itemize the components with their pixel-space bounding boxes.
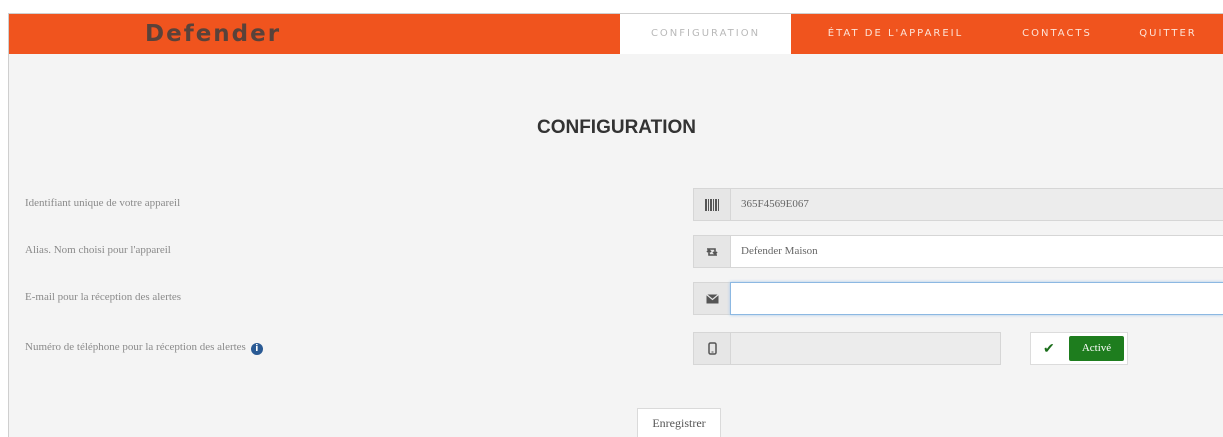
app-frame: Defender CONFIGURATION ÉTAT DE L'APPAREI…: [8, 13, 1223, 437]
envelope-icon: [693, 282, 731, 315]
email-field[interactable]: [730, 282, 1223, 315]
sms-toggle[interactable]: ✔ Activé: [1030, 332, 1128, 365]
page-title: CONFIGURATION: [536, 117, 697, 138]
top-navbar: Defender CONFIGURATION ÉTAT DE L'APPAREI…: [9, 14, 1223, 54]
phone-icon: [693, 332, 731, 365]
nav-device-state[interactable]: ÉTAT DE L'APPAREIL: [799, 14, 992, 54]
phone-label-text: Numéro de téléphone pour la réception de…: [25, 341, 246, 353]
nav-configuration[interactable]: CONFIGURATION: [620, 14, 791, 54]
save-button[interactable]: Enregistrer: [637, 408, 721, 437]
active-badge[interactable]: Activé: [1069, 336, 1124, 361]
device-id-label: Identifiant unique de votre appareil: [25, 197, 181, 209]
device-id-field[interactable]: 365F4569E067: [730, 188, 1223, 221]
nav-quit[interactable]: QUITTER: [1123, 14, 1213, 54]
alias-field[interactable]: Defender Maison: [730, 235, 1223, 268]
barcode-icon: [693, 188, 731, 221]
nav-contacts[interactable]: CONTACTS: [1005, 14, 1109, 54]
check-icon: ✔: [1043, 340, 1055, 356]
alias-label: Alias. Nom choisi pour l'appareil: [25, 244, 171, 256]
info-icon[interactable]: i: [250, 343, 263, 355]
phone-label: Numéro de téléphone pour la réception de…: [25, 341, 263, 355]
phone-field[interactable]: [730, 332, 1001, 365]
retweet-icon: [693, 235, 731, 268]
email-label: E-mail pour la réception des alertes: [25, 291, 182, 303]
brand-logo[interactable]: Defender: [145, 21, 281, 47]
